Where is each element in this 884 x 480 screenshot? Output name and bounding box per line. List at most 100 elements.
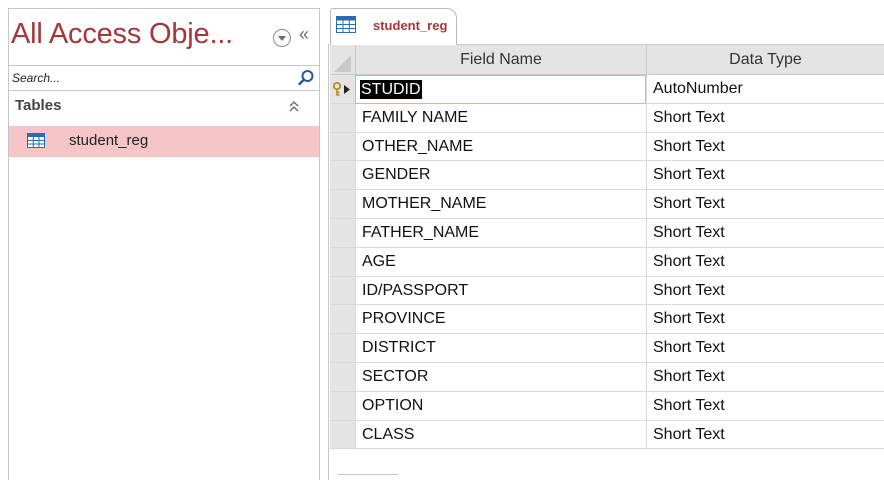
field-name-text: FATHER_NAME [362, 223, 480, 241]
row-selector[interactable] [330, 420, 355, 450]
table-row[interactable]: MOTHER_NAME Short Text [330, 190, 884, 219]
field-name-text: AGE [362, 252, 396, 270]
data-type-text: Short Text [653, 339, 725, 357]
tab-student-reg[interactable]: student_reg [330, 8, 457, 45]
document-border [328, 44, 329, 480]
collapse-pane-icon[interactable]: « [299, 24, 309, 45]
nav-item-student-reg[interactable]: student_reg [9, 126, 319, 157]
nav-header: All Access Obje... « [9, 9, 319, 61]
data-type-cell[interactable]: Short Text [646, 334, 884, 363]
column-header-field-name[interactable]: Field Name [355, 45, 646, 74]
row-selector[interactable] [330, 305, 355, 335]
search-icon[interactable] [297, 69, 315, 87]
data-type-text: Short Text [653, 252, 725, 270]
field-name-cell[interactable]: MOTHER_NAME [355, 190, 646, 219]
data-type-text: Short Text [653, 281, 725, 299]
data-type-cell[interactable]: Short Text [646, 247, 884, 277]
data-type-text: Short Text [653, 425, 725, 443]
search-box [9, 65, 319, 91]
data-type-cell[interactable]: Short Text [646, 218, 884, 248]
row-selector[interactable] [330, 75, 355, 104]
data-type-cell[interactable]: Short Text [646, 420, 884, 450]
data-type-text: Short Text [653, 137, 725, 155]
row-selector[interactable] [330, 218, 355, 248]
row-selector[interactable] [330, 161, 355, 191]
table-row[interactable]: FAMILY NAME Short Text [330, 103, 884, 133]
field-name-text: OTHER_NAME [362, 137, 474, 155]
data-type-cell[interactable]: Short Text [646, 276, 884, 306]
data-type-cell[interactable]: Short Text [646, 161, 884, 191]
field-name-text: ID/PASSPORT [362, 281, 469, 299]
data-type-cell[interactable]: Short Text [646, 132, 884, 162]
table-row[interactable]: SECTOR Short Text [330, 362, 884, 392]
data-type-cell[interactable]: Short Text [646, 190, 884, 219]
row-selector[interactable] [330, 362, 355, 392]
data-type-cell[interactable]: Short Text [646, 103, 884, 133]
column-header-data-type[interactable]: Data Type [646, 45, 884, 74]
table-row[interactable]: CLASS Short Text [330, 420, 884, 450]
field-name-text: SECTOR [362, 367, 429, 385]
chevron-up-double-icon[interactable] [288, 98, 300, 114]
grid-header: Field Name Data Type [330, 45, 884, 75]
field-name-text: FAMILY NAME [362, 108, 469, 126]
row-selector[interactable] [330, 391, 355, 421]
table-row[interactable]: FATHER_NAME Short Text [330, 218, 884, 248]
row-selector[interactable] [330, 103, 355, 133]
field-name-text: PROVINCE [362, 310, 446, 328]
data-type-text: Short Text [653, 166, 725, 184]
group-label: Tables [15, 97, 62, 114]
data-type-cell[interactable]: Short Text [646, 391, 884, 421]
field-name-cell[interactable]: STUDID [355, 75, 646, 104]
nav-title[interactable]: All Access Obje... [11, 18, 233, 51]
field-name-cell[interactable]: CLASS [355, 420, 646, 450]
table-row[interactable]: GENDER Short Text [330, 161, 884, 191]
data-type-cell[interactable]: Short Text [646, 305, 884, 335]
table-row[interactable]: DISTRICT Short Text [330, 334, 884, 363]
data-type-text: AutoNumber [653, 80, 743, 97]
data-type-text: Short Text [653, 396, 725, 414]
data-type-text: Short Text [653, 108, 725, 126]
field-name-cell[interactable]: FAMILY NAME [355, 103, 646, 133]
data-type-text: Short Text [653, 223, 725, 241]
field-name-cell[interactable]: ID/PASSPORT [355, 276, 646, 306]
data-type-cell[interactable]: AutoNumber [646, 75, 884, 104]
table-icon [336, 16, 356, 33]
row-selector[interactable] [330, 334, 355, 363]
row-selector[interactable] [330, 247, 355, 277]
data-type-cell[interactable]: Short Text [646, 362, 884, 392]
row-selector[interactable] [330, 276, 355, 306]
table-row[interactable]: AGE Short Text [330, 247, 884, 277]
field-name-text: OPTION [362, 396, 424, 414]
field-name-cell[interactable]: DISTRICT [355, 334, 646, 363]
field-name-text: DISTRICT [362, 339, 436, 357]
field-name-cell[interactable]: PROVINCE [355, 305, 646, 335]
field-name-text: CLASS [362, 425, 415, 443]
field-name-cell[interactable]: AGE [355, 247, 646, 277]
row-selector[interactable] [330, 132, 355, 162]
select-all-corner[interactable] [330, 45, 355, 74]
table-row[interactable]: OPTION Short Text [330, 391, 884, 421]
table-icon [27, 133, 45, 148]
status-divider [338, 474, 398, 480]
tab-label: student_reg [373, 18, 448, 33]
field-name-cell[interactable]: GENDER [355, 161, 646, 191]
field-name-cell[interactable]: OTHER_NAME [355, 132, 646, 162]
row-selector[interactable] [330, 190, 355, 219]
field-name-cell[interactable]: FATHER_NAME [355, 218, 646, 248]
nav-item-label: student_reg [69, 132, 149, 149]
search-input[interactable] [12, 69, 282, 87]
table-row[interactable]: OTHER_NAME Short Text [330, 132, 884, 162]
group-header-tables[interactable]: Tables [9, 95, 319, 119]
table-row[interactable]: PROVINCE Short Text [330, 305, 884, 335]
field-name-text: STUDID [360, 80, 422, 99]
data-type-text: Short Text [653, 195, 725, 213]
field-name-cell[interactable]: OPTION [355, 391, 646, 421]
primary-key-icon [332, 81, 350, 96]
table-row[interactable]: STUDID AutoNumber [330, 75, 884, 104]
field-name-cell[interactable]: SECTOR [355, 362, 646, 392]
table-row[interactable]: ID/PASSPORT Short Text [330, 276, 884, 306]
nav-menu-dropdown-icon[interactable] [273, 29, 291, 47]
grid-body: STUDID AutoNumber FAMILY NAME Short Text OTH… [330, 75, 884, 450]
table-design-grid: Field Name Data Type STUDID AutoNumber FAM… [330, 45, 884, 450]
navigation-pane: All Access Obje... « Tables student_reg [8, 8, 320, 480]
